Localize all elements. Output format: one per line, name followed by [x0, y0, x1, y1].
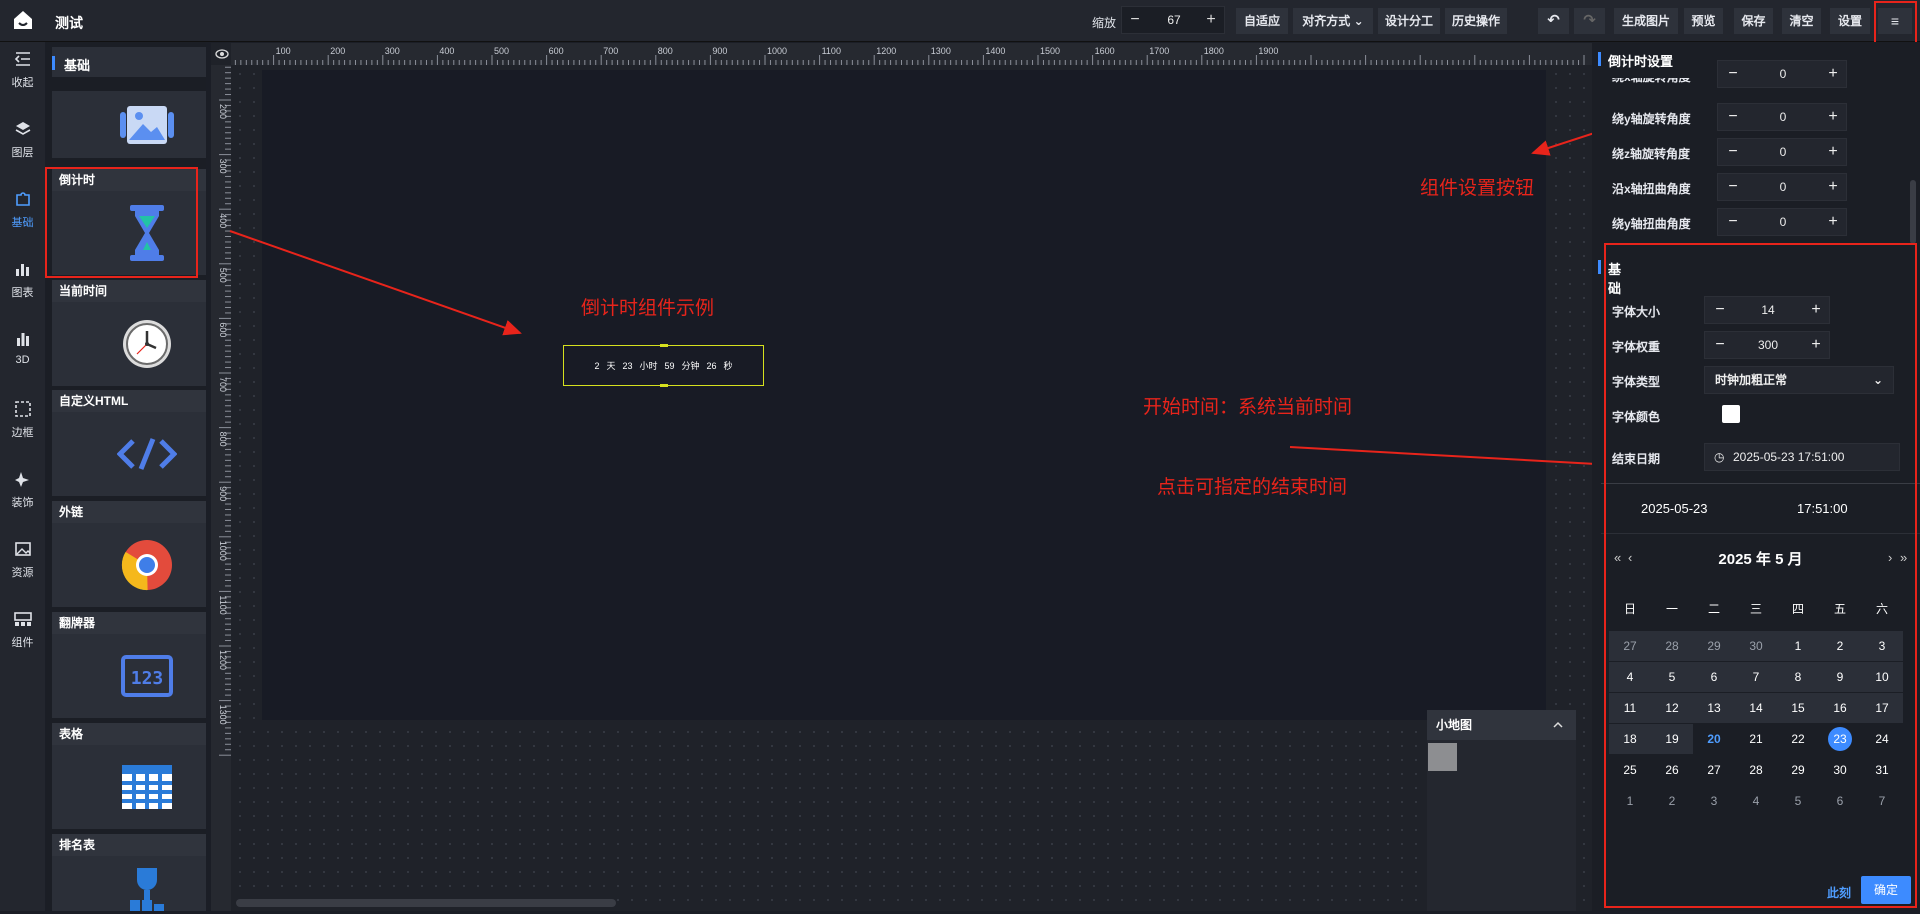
skew-x-label: 沿x轴扭曲角度 [1612, 182, 1691, 196]
highlight-box [1604, 243, 1917, 908]
rotate-z-label: 绕z轴旋转角度 [1612, 147, 1691, 161]
skew-x-stepper[interactable]: −0 + [1717, 173, 1847, 201]
rotate-y-row: 绕y轴旋转角度 −0 + [1612, 103, 1912, 131]
rotate-x-label: 绕x轴旋转角度 [1612, 70, 1691, 84]
plus-button[interactable]: + [1823, 64, 1843, 84]
plus-button[interactable]: + [1823, 212, 1843, 232]
annotation-end-time: 点击可指定的结束时间 [1157, 477, 1348, 498]
plus-button[interactable]: + [1823, 142, 1843, 162]
rotate-y-stepper[interactable]: −0 + [1717, 103, 1847, 131]
minus-button[interactable]: − [1723, 64, 1743, 84]
annotation-settings-button: 组件设置按钮 [1420, 178, 1535, 199]
annotation-arrow [229, 230, 522, 336]
settings-scrollbar[interactable] [1910, 180, 1916, 244]
rotate-z-row: 绕z轴旋转角度 −0 + [1612, 138, 1912, 166]
annotation-arrow [1289, 446, 1616, 473]
rotate-x-stepper[interactable]: −0 + [1717, 60, 1847, 88]
rotate-y-value[interactable]: 0 [1753, 110, 1813, 124]
annotation-start-time: 开始时间：系统当前时间 [1143, 397, 1353, 418]
annotation-countdown-example: 倒计时组件示例 [581, 298, 715, 319]
minus-button[interactable]: − [1723, 177, 1743, 197]
skew-y-label: 绕y轴扭曲角度 [1612, 217, 1691, 231]
rotate-x-row: 绕x轴旋转角度 −0 + [1612, 60, 1912, 96]
minus-button[interactable]: − [1723, 212, 1743, 232]
skew-x-row: 沿x轴扭曲角度 −0 + [1612, 173, 1912, 201]
skew-y-value[interactable]: 0 [1753, 215, 1813, 229]
plus-button[interactable]: + [1823, 177, 1843, 197]
skew-y-stepper[interactable]: −0 + [1717, 208, 1847, 236]
plus-button[interactable]: + [1823, 107, 1843, 127]
skew-y-row: 绕y轴扭曲角度 −0 + [1612, 208, 1912, 236]
minus-button[interactable]: − [1723, 142, 1743, 162]
rotate-x-value[interactable]: 0 [1753, 67, 1813, 81]
rotate-z-stepper[interactable]: −0 + [1717, 138, 1847, 166]
rotate-y-label: 绕y轴旋转角度 [1612, 112, 1691, 126]
rotate-z-value[interactable]: 0 [1753, 145, 1813, 159]
skew-x-value[interactable]: 0 [1753, 180, 1813, 194]
minus-button[interactable]: − [1723, 107, 1743, 127]
